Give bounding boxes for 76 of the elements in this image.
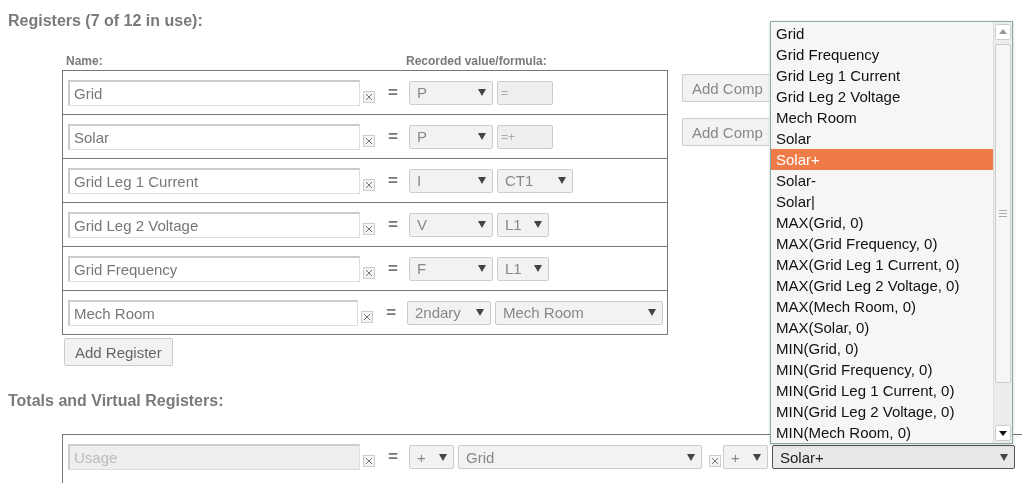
section-title: Registers (7 of 12 in use): xyxy=(8,11,203,31)
equals-sign: = xyxy=(387,447,399,467)
caret-icon xyxy=(478,133,486,140)
add-register-button[interactable]: Add Register xyxy=(64,338,173,366)
source-select[interactable]: L1 xyxy=(497,212,549,237)
add-component-button[interactable]: Add Comp xyxy=(682,118,769,146)
caret-icon xyxy=(478,177,486,184)
dropdown-option[interactable]: MIN(Grid Leg 1 Current, 0) xyxy=(771,380,993,401)
caret-icon xyxy=(439,453,447,461)
name-field[interactable]: Grid Frequency xyxy=(68,255,360,282)
grip-icon xyxy=(999,210,1007,217)
caret-icon xyxy=(476,309,484,316)
source-select[interactable]: Mech Room xyxy=(495,300,663,325)
dropdown-option[interactable]: Solar- xyxy=(771,170,993,191)
dropdown-option[interactable]: Solar| xyxy=(771,191,993,212)
section-title: Totals and Virtual Registers: xyxy=(8,391,224,411)
dropdown-option[interactable]: MAX(Grid Frequency, 0) xyxy=(771,233,993,254)
scroll-down-icon[interactable] xyxy=(995,425,1011,441)
dropdown-option[interactable]: MIN(Grid Frequency, 0) xyxy=(771,359,993,380)
column-label: Name: xyxy=(66,54,104,70)
scroll-up-icon[interactable] xyxy=(995,24,1011,40)
dropdown-option[interactable]: Solar+ xyxy=(771,149,993,170)
add-component-button[interactable]: Add Comp xyxy=(682,74,769,102)
dropdown-option[interactable]: MAX(Grid Leg 2 Voltage, 0) xyxy=(771,275,993,296)
dropdown-option[interactable]: Solar xyxy=(771,128,993,149)
name-field[interactable]: Grid Leg 2 Voltage xyxy=(68,211,360,238)
remove-icon[interactable] xyxy=(363,266,375,279)
caret-icon xyxy=(753,453,761,461)
scroll-thumb[interactable] xyxy=(995,44,1011,383)
dropdown-option[interactable]: Grid xyxy=(771,23,993,44)
caret-icon xyxy=(534,265,542,272)
type-select[interactable]: 2ndary xyxy=(407,300,491,325)
caret-icon xyxy=(1000,453,1008,461)
scrollbar[interactable] xyxy=(993,22,1012,443)
name-field[interactable]: Grid xyxy=(68,79,360,106)
caret-icon xyxy=(648,309,656,316)
dropdown-option[interactable]: MIN(Grid, 0) xyxy=(771,338,993,359)
equals-sign: = xyxy=(385,302,398,323)
name-field[interactable]: Grid Leg 1 Current xyxy=(68,167,360,194)
column-label: Recorded value/formula: xyxy=(406,54,548,70)
name-field[interactable]: Solar xyxy=(68,123,360,150)
equals-sign: = xyxy=(387,170,399,191)
equals-sign: = xyxy=(387,126,399,147)
equals-sign: = xyxy=(387,258,399,279)
type-select[interactable]: F xyxy=(409,256,493,281)
type-select[interactable]: I xyxy=(409,168,493,193)
equals-sign: = xyxy=(387,82,399,103)
remove-icon[interactable] xyxy=(363,178,375,191)
dropdown-option[interactable]: MAX(Solar, 0) xyxy=(771,317,993,338)
remove-icon[interactable] xyxy=(363,90,375,103)
caret-icon xyxy=(558,177,566,184)
source-select[interactable]: L1 xyxy=(497,256,549,281)
equals-sign: = xyxy=(387,214,399,235)
dropdown-option[interactable]: MIN(Mech Room, 0) xyxy=(771,422,993,443)
caret-icon xyxy=(478,265,486,272)
type-select[interactable]: V xyxy=(409,212,493,237)
caret-icon xyxy=(478,221,486,228)
remove-icon[interactable] xyxy=(361,310,374,323)
name-field[interactable]: Mech Room xyxy=(68,299,359,326)
dropdown-option[interactable]: Grid Leg 1 Current xyxy=(771,65,993,86)
caret-icon xyxy=(534,221,542,228)
dropdown-option[interactable]: MAX(Grid, 0) xyxy=(771,212,993,233)
remove-icon[interactable] xyxy=(363,455,375,467)
dropdown-option[interactable]: Mech Room xyxy=(771,107,993,128)
dropdown-option[interactable]: MAX(Grid Leg 1 Current, 0) xyxy=(771,254,993,275)
caret-icon xyxy=(478,89,486,96)
dropdown-option[interactable]: Grid Leg 2 Voltage xyxy=(771,86,993,107)
remove-icon[interactable] xyxy=(363,222,375,235)
source-select[interactable]: CT1 xyxy=(497,168,573,193)
type-select[interactable]: P xyxy=(409,80,493,105)
dropdown-option[interactable]: MAX(Mech Room, 0) xyxy=(771,296,993,317)
dropdown-option[interactable]: MIN(Grid Leg 2 Voltage, 0) xyxy=(771,401,993,422)
dropdown-option[interactable]: Grid Frequency xyxy=(771,44,993,65)
caret-icon xyxy=(687,453,695,461)
remove-icon[interactable] xyxy=(363,134,375,147)
type-select[interactable]: P xyxy=(409,124,493,149)
